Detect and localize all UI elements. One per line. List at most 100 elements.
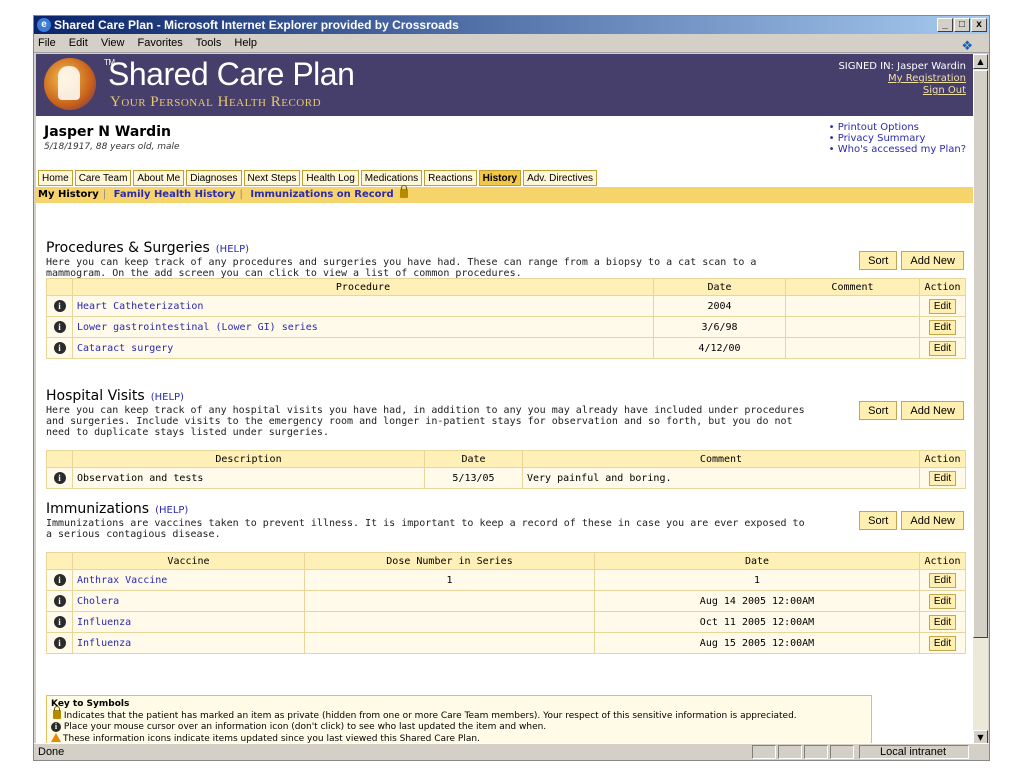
status-text: Done <box>38 746 65 758</box>
info-icon[interactable]: i <box>53 300 66 312</box>
procedure-comment <box>785 295 920 317</box>
signin-block: SIGNED IN: Jasper Wardin My Registration… <box>838 61 966 97</box>
minimize-button[interactable]: _ <box>937 18 953 32</box>
printout-options-link[interactable]: Printout Options <box>829 122 966 133</box>
menu-tools[interactable]: Tools <box>196 37 222 49</box>
procedure-link[interactable]: Lower gastrointestinal (Lower GI) series <box>77 322 318 333</box>
immunizations-help-link[interactable]: (HELP) <box>155 505 188 516</box>
patient-name: Jasper N Wardin <box>44 124 171 140</box>
edit-button[interactable]: Edit <box>928 593 957 609</box>
procedure-date: 4/12/00 <box>653 337 786 359</box>
info-icon[interactable]: i <box>53 595 66 607</box>
edit-button[interactable]: Edit <box>928 635 957 651</box>
info-icon[interactable]: i <box>53 321 66 333</box>
info-icon[interactable]: i <box>53 616 66 628</box>
scroll-up-icon[interactable]: ▲ <box>973 54 988 69</box>
table-row: i Influenza Aug 15 2005 12:00AM Edit <box>46 632 966 654</box>
procedure-link[interactable]: Cataract surgery <box>77 343 173 354</box>
sub-nav: My History | Family Health History | Immun… <box>36 185 974 203</box>
subnav-family-history[interactable]: Family Health History <box>114 189 236 200</box>
menu-help[interactable]: Help <box>234 37 257 49</box>
tab-next-steps[interactable]: Next Steps <box>243 170 301 186</box>
immunizations-title: Immunizations <box>46 501 150 517</box>
info-icon[interactable]: i <box>53 574 66 586</box>
visit-date: 5/13/05 <box>424 467 523 489</box>
vaccine-date: 1 <box>594 569 920 591</box>
warning-icon <box>51 733 61 742</box>
tab-about-me[interactable]: About Me <box>133 170 185 186</box>
table-row: i Cholera Aug 14 2005 12:00AM Edit <box>46 590 966 612</box>
table-row: i Heart Catheterization 2004 Edit <box>46 295 966 317</box>
maximize-button[interactable]: □ <box>954 18 970 32</box>
brand-title: TM Shared Care Plan <box>104 56 355 92</box>
tab-adv-directives[interactable]: Adv. Directives <box>523 170 598 186</box>
edit-button[interactable]: Edit <box>928 298 957 314</box>
tab-care-team[interactable]: Care Team <box>74 170 132 186</box>
procedures-help-link[interactable]: (HELP) <box>216 244 249 255</box>
tab-diagnoses[interactable]: Diagnoses <box>186 170 242 186</box>
menu-file[interactable]: File <box>38 37 56 49</box>
browser-window: e Shared Care Plan - Microsoft Internet … <box>33 15 990 761</box>
tab-health-log[interactable]: Health Log <box>302 170 359 186</box>
hospital-add-new-button[interactable]: Add New <box>901 401 964 420</box>
immunizations-sort-button[interactable]: Sort <box>859 511 898 530</box>
vaccine-dose <box>304 632 595 654</box>
vertical-scrollbar[interactable]: ▲ ▼ <box>973 54 988 745</box>
procedures-add-new-button[interactable]: Add New <box>901 251 964 270</box>
procedures-table: Procedure Date Comment Action i Heart Ca… <box>46 278 966 359</box>
edit-button[interactable]: Edit <box>928 470 957 486</box>
lock-icon <box>399 185 408 198</box>
scroll-thumb[interactable] <box>973 70 988 638</box>
privacy-summary-link[interactable]: Privacy Summary <box>829 133 966 144</box>
col-comment: Comment <box>785 278 920 296</box>
vaccine-link[interactable]: Influenza <box>77 638 131 649</box>
tab-reactions[interactable]: Reactions <box>424 170 477 186</box>
vaccine-date: Aug 14 2005 12:00AM <box>594 590 920 612</box>
tab-home[interactable]: Home <box>38 170 73 186</box>
page-content: TM Shared Care Plan Your Personal Health … <box>36 54 974 745</box>
subnav-my-history[interactable]: My History <box>38 189 99 200</box>
info-icon[interactable]: i <box>53 472 66 484</box>
who-accessed-link[interactable]: Who's accessed my Plan? <box>829 144 966 155</box>
vaccine-link[interactable]: Influenza <box>77 617 131 628</box>
brand-tagline: Your Personal Health Record <box>110 94 322 110</box>
procedures-sort-button[interactable]: Sort <box>859 251 898 270</box>
immunizations-add-new-button[interactable]: Add New <box>901 511 964 530</box>
window-title: Shared Care Plan - Microsoft Internet Ex… <box>54 18 459 32</box>
vaccine-link[interactable]: Cholera <box>77 596 119 607</box>
col-date: Date <box>424 450 523 468</box>
edit-button[interactable]: Edit <box>928 614 957 630</box>
hospital-sort-button[interactable]: Sort <box>859 401 898 420</box>
vaccine-link[interactable]: Anthrax Vaccine <box>77 575 167 586</box>
my-registration-link[interactable]: My Registration <box>888 73 966 84</box>
immunizations-section: Immunizations (HELP) Immunizations are va… <box>46 501 966 540</box>
hospital-help-link[interactable]: (HELP) <box>151 392 184 403</box>
logo-icon <box>44 58 96 110</box>
header-banner: TM Shared Care Plan Your Personal Health … <box>36 54 974 116</box>
key-title: Key to Symbols <box>51 699 130 709</box>
edit-button[interactable]: Edit <box>928 340 957 356</box>
tab-medications[interactable]: Medications <box>360 170 423 186</box>
vaccine-dose: 1 <box>304 569 595 591</box>
symbol-key: Key to Symbols Indicates that the patien… <box>46 695 872 745</box>
key-line-private: Indicates that the patient has marked an… <box>63 711 797 721</box>
edit-button[interactable]: Edit <box>928 319 957 335</box>
col-date: Date <box>653 278 786 296</box>
edit-button[interactable]: Edit <box>928 572 957 588</box>
info-icon[interactable]: i <box>53 637 66 649</box>
info-icon[interactable]: i <box>53 342 66 354</box>
menu-edit[interactable]: Edit <box>69 37 88 49</box>
tab-history[interactable]: History <box>478 170 522 186</box>
menu-favorites[interactable]: Favorites <box>138 37 183 49</box>
windows-flag-icon: ❖ <box>961 38 973 53</box>
procedure-link[interactable]: Heart Catheterization <box>77 301 203 312</box>
procedure-comment <box>785 316 920 338</box>
procedures-description: Here you can keep track of any procedure… <box>46 257 757 279</box>
subnav-immunizations[interactable]: Immunizations on Record <box>250 189 393 200</box>
lock-icon <box>53 706 61 719</box>
close-button[interactable]: x <box>971 18 987 32</box>
menu-view[interactable]: View <box>101 37 125 49</box>
procedures-title: Procedures & Surgeries <box>46 240 210 256</box>
sign-out-link[interactable]: Sign Out <box>923 85 966 96</box>
table-row: i Anthrax Vaccine 1 1 Edit <box>46 569 966 591</box>
